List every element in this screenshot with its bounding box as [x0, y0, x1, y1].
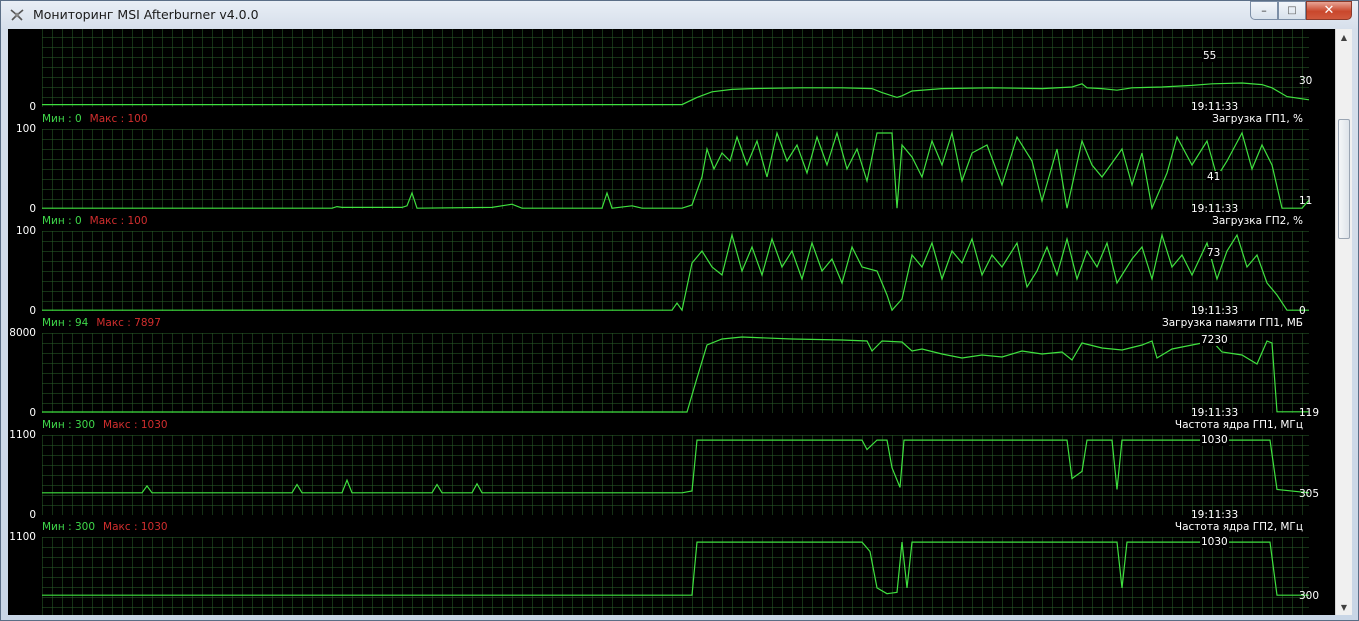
stat-max: Макс : 7897: [96, 317, 161, 329]
window-title: Мониторинг MSI Afterburner v4.0.0: [33, 7, 259, 22]
y-axis-min: 0: [29, 407, 36, 419]
graph-stats: Мин : 94 Макс : 7897: [42, 317, 161, 329]
graph-name: Загрузка ГП2, %: [1212, 215, 1303, 227]
close-button[interactable]: ✕: [1306, 1, 1352, 20]
graph-current-value: 300: [1299, 590, 1320, 602]
graph-peak-value: 55: [1202, 50, 1218, 62]
graph-panel-gpu1-load: 41 100 0 11 19:11:33 Мин : 0 Макс : 100 З…: [8, 123, 1335, 231]
stat-max: Макс : 1030: [103, 521, 168, 533]
graph-name: Частота ядра ГП2, МГц: [1174, 521, 1303, 533]
stat-min: Мин : 0: [42, 113, 82, 125]
graph-plot[interactable]: 55: [42, 29, 1310, 107]
graph-panel-top: 55 0 30 19:11:33 Мин : 0 Макс : 100 Загру…: [8, 29, 1335, 129]
graph-trace-svg: [42, 541, 1309, 596]
title-bar[interactable]: Мониторинг MSI Afterburner v4.0.0 – □ ✕: [1, 1, 1358, 29]
scroll-down-button[interactable]: ▼: [1336, 599, 1352, 615]
graph-trace: [42, 439, 1310, 494]
maximize-button[interactable]: □: [1278, 1, 1306, 20]
window-controls: – □ ✕: [1250, 1, 1352, 21]
stat-max: Макс : 100: [89, 113, 148, 125]
minimize-icon: –: [1261, 4, 1267, 17]
graph-trace-svg: [42, 82, 1310, 106]
y-axis-max: 100: [15, 123, 36, 135]
graph-time: 19:11:33: [1191, 203, 1239, 215]
scroll-up-icon: ▲: [1340, 32, 1348, 42]
graph-plot[interactable]: 73: [42, 231, 1309, 312]
graph-panel-gpu1-core: 1030 1100 0 305 19:11:33 Мин : 300 Макс :…: [8, 429, 1335, 537]
monitoring-area[interactable]: 55 0 30 19:11:33 Мин : 0 Макс : 100 Загру…: [8, 29, 1352, 615]
scroll-thumb[interactable]: [1338, 119, 1350, 239]
graph-trace: [42, 130, 1310, 211]
graph-current-value: 305: [1299, 488, 1320, 500]
graph-peak-value: 1030: [1200, 434, 1229, 446]
graph-peak-value: 41: [1206, 171, 1222, 183]
vertical-scrollbar[interactable]: ▲ ▼: [1335, 29, 1352, 615]
graph-panel-gpu2-core: 1030 1100 300: [8, 531, 1335, 615]
graph-current-value: 119: [1299, 407, 1320, 419]
graph-name: Частота ядра ГП1, МГц: [1174, 419, 1303, 431]
graph-trace-svg: [42, 336, 1309, 413]
graph-current-value: 30: [1299, 75, 1313, 87]
graph-current-value: 0: [1299, 305, 1306, 317]
scroll-up-button[interactable]: ▲: [1336, 29, 1352, 45]
close-icon: ✕: [1323, 3, 1335, 18]
graph-trace: [42, 541, 1309, 596]
y-axis-max: 8000: [9, 327, 36, 339]
graph-peak-value: 73: [1206, 247, 1222, 259]
y-axis-max: 1100: [9, 429, 36, 441]
graph-stats: Мин : 300 Макс : 1030: [42, 419, 168, 431]
minimize-button[interactable]: –: [1250, 1, 1278, 20]
graph-trace-svg: [42, 439, 1310, 494]
y-axis-min: 0: [29, 509, 36, 521]
graph-time: 19:11:33: [1191, 101, 1239, 113]
afterburner-app-icon: [10, 9, 24, 21]
graph-name: Загрузка ГП1, %: [1212, 113, 1303, 125]
graph-plot[interactable]: 41: [42, 129, 1310, 211]
graph-panel-gpu1-mem: 7230 8000 0 119 19:11:33 Мин : 300 Макс :…: [8, 327, 1335, 435]
graph-time: 19:11:33: [1191, 509, 1239, 521]
stat-min: Мин : 94: [42, 317, 89, 329]
stat-min: Мин : 300: [42, 521, 96, 533]
graph-peak-value: 1030: [1200, 536, 1229, 548]
graph-current-value: 11: [1299, 195, 1313, 207]
graph-panel-gpu2-load: 73 100 0 0 19:11:33 Мин : 94 Макс : 7897 …: [8, 225, 1335, 333]
maximize-icon: □: [1287, 5, 1297, 16]
graph-time: 19:11:33: [1191, 305, 1239, 317]
graph-plot[interactable]: 7230: [42, 333, 1309, 413]
y-axis-min: 0: [29, 101, 36, 113]
graph-name: Загрузка памяти ГП1, МБ: [1162, 317, 1303, 329]
graph-time: 19:11:33: [1191, 407, 1239, 419]
graph-trace-svg: [42, 130, 1310, 211]
y-axis-max: 100: [15, 225, 36, 237]
graph-peak-value: 7230: [1200, 334, 1229, 346]
graph-stats: Мин : 0 Макс : 100: [42, 215, 148, 227]
graph-plot[interactable]: 1030: [42, 536, 1309, 615]
graph-trace-svg: [42, 232, 1309, 312]
graph-trace: [42, 232, 1309, 312]
scroll-down-icon: ▼: [1340, 602, 1348, 612]
y-axis-min: 0: [29, 305, 36, 317]
graph-trace: [42, 82, 1310, 106]
afterburner-window: Мониторинг MSI Afterburner v4.0.0 – □ ✕ …: [0, 0, 1359, 621]
stat-max: Макс : 100: [89, 215, 148, 227]
graph-stats: Мин : 300 Макс : 1030: [42, 521, 168, 533]
graph-trace: [42, 336, 1309, 413]
stat-min: Мин : 300: [42, 419, 96, 431]
graph-stats: Мин : 0 Макс : 100: [42, 113, 148, 125]
stat-min: Мин : 0: [42, 215, 82, 227]
graph-plot[interactable]: 1030: [42, 434, 1310, 515]
y-axis-min: 0: [29, 203, 36, 215]
y-axis-max: 1100: [9, 531, 36, 543]
stat-max: Макс : 1030: [103, 419, 168, 431]
